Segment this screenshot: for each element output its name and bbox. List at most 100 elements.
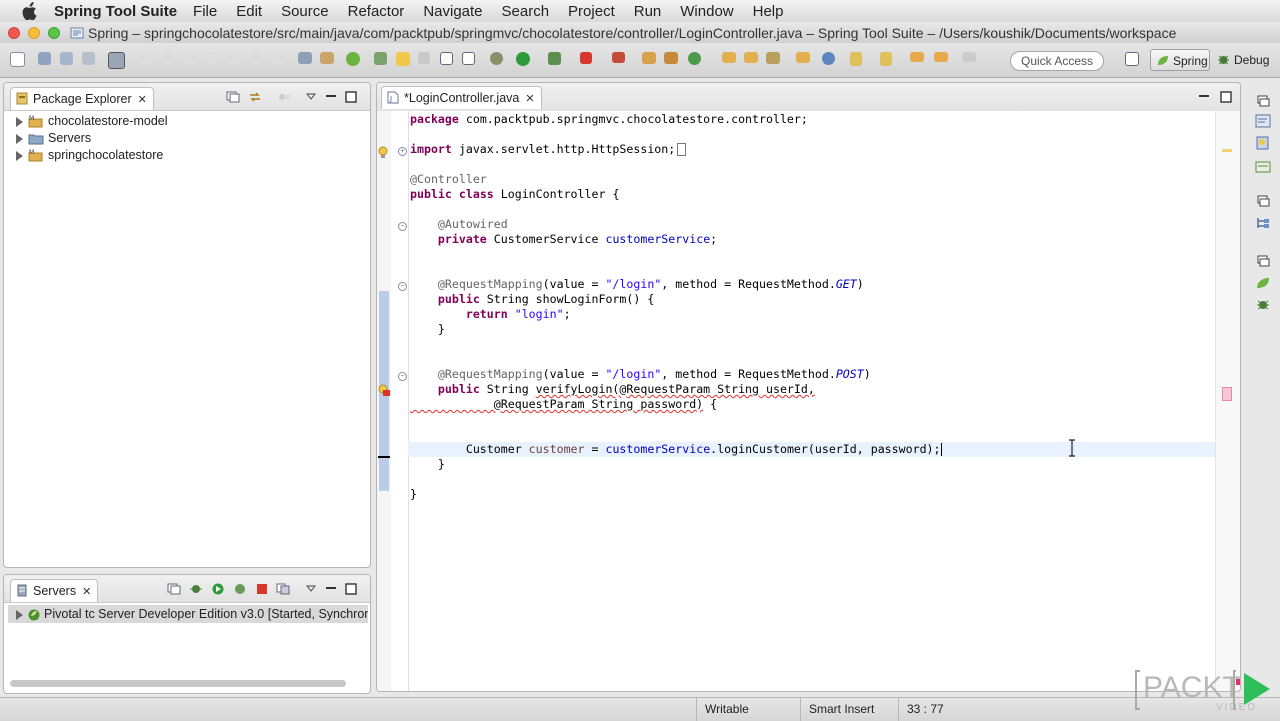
menu-navigate[interactable]: Navigate xyxy=(423,3,482,20)
spring-icon[interactable] xyxy=(346,52,362,68)
open-perspective-icon[interactable] xyxy=(1125,52,1141,68)
publish-icon[interactable] xyxy=(276,583,290,595)
open-file-icon[interactable] xyxy=(744,52,760,68)
external-tools-icon[interactable] xyxy=(612,52,628,68)
view-menu-chevron-down-icon[interactable] xyxy=(304,583,318,595)
new-java-project-icon[interactable] xyxy=(642,52,658,68)
window-zoom-button[interactable] xyxy=(48,26,60,39)
quick-access-input[interactable]: Quick Access xyxy=(1010,51,1104,71)
perspective-debug-button[interactable]: Debug xyxy=(1212,49,1278,71)
back-icon[interactable] xyxy=(910,52,926,68)
tree-item-springchocolatestore[interactable]: Mspringchocolatestore xyxy=(16,147,163,163)
step-return-icon[interactable] xyxy=(272,52,288,68)
window-minimize-button[interactable] xyxy=(28,26,40,39)
expand-arrow-icon[interactable] xyxy=(16,150,23,161)
block-selection-icon[interactable] xyxy=(440,52,456,68)
debug-server-icon[interactable] xyxy=(189,583,203,595)
expand-arrow-icon[interactable] xyxy=(16,609,23,620)
collapse-all-icon[interactable] xyxy=(226,91,240,103)
stop-server-icon[interactable] xyxy=(255,583,269,595)
next-annotation-icon[interactable] xyxy=(850,52,866,68)
toggle-mark-occurrences-icon[interactable] xyxy=(108,52,125,69)
back-history-icon[interactable] xyxy=(934,52,950,68)
menu-refactor[interactable]: Refactor xyxy=(348,3,405,20)
app-menu[interactable]: Spring Tool Suite xyxy=(54,3,177,20)
open-folder-icon[interactable] xyxy=(722,52,738,68)
overview-warning-marker[interactable] xyxy=(1222,149,1232,152)
minimize-editor-icon[interactable] xyxy=(1197,91,1211,103)
start-server-icon[interactable] xyxy=(211,583,225,595)
error-lightbulb-icon[interactable] xyxy=(377,383,391,397)
inspector-icon[interactable] xyxy=(1255,136,1271,150)
warning-lightbulb-icon[interactable] xyxy=(377,145,391,159)
restore-icon[interactable] xyxy=(1255,254,1271,268)
maximize-view-icon[interactable] xyxy=(344,583,358,595)
collapse-all-icon[interactable] xyxy=(167,583,181,595)
pen-icon[interactable] xyxy=(766,52,782,68)
tree-item-chocolatestore-model[interactable]: Mchocolatestore-model xyxy=(16,113,168,129)
new-class-icon[interactable] xyxy=(688,52,704,68)
menu-search[interactable]: Search xyxy=(502,3,550,20)
spring-explorer-icon[interactable] xyxy=(1255,276,1271,290)
menu-project[interactable]: Project xyxy=(568,3,615,20)
window-close-button[interactable] xyxy=(8,26,20,39)
fold-expand-icon[interactable]: + xyxy=(398,147,407,156)
folded-imports-box[interactable] xyxy=(677,143,687,156)
perspective-spring-button[interactable]: Spring xyxy=(1150,49,1210,71)
new-icon[interactable] xyxy=(10,52,26,68)
maximize-editor-icon[interactable] xyxy=(1219,91,1233,103)
save-all-icon[interactable] xyxy=(60,52,76,68)
overview-error-marker[interactable] xyxy=(1222,387,1232,401)
folder-icon[interactable] xyxy=(796,52,812,68)
expand-arrow-icon[interactable] xyxy=(16,116,23,127)
step-over-icon[interactable] xyxy=(250,52,266,68)
stop-server-icon[interactable] xyxy=(580,52,596,68)
forward-icon[interactable] xyxy=(962,52,978,68)
fold-collapse-icon[interactable]: − xyxy=(398,282,407,291)
minimize-view-icon[interactable] xyxy=(324,91,338,103)
tree-item-servers[interactable]: Servers xyxy=(16,130,91,146)
step-into-icon[interactable] xyxy=(228,52,244,68)
focus-active-task-icon[interactable] xyxy=(278,91,292,103)
apple-logo-icon[interactable] xyxy=(18,2,40,20)
previous-annotation-icon[interactable] xyxy=(880,52,896,68)
new-package-icon[interactable] xyxy=(664,52,680,68)
fold-collapse-icon[interactable]: − xyxy=(398,372,407,381)
view-menu-chevron-down-icon[interactable] xyxy=(304,91,318,103)
close-tab-icon[interactable]: ✕ xyxy=(525,88,534,110)
task-list-icon[interactable] xyxy=(1255,160,1271,174)
code-area[interactable]: + − − − package com.packtpub.springmvc.c… xyxy=(377,111,1216,691)
open-type-icon[interactable] xyxy=(374,52,390,68)
show-whitespace-icon[interactable] xyxy=(462,52,478,68)
close-tab-icon[interactable]: ✕ xyxy=(138,89,147,111)
terminate-icon[interactable] xyxy=(184,52,200,68)
restore-icon[interactable] xyxy=(1255,94,1271,108)
print-icon[interactable] xyxy=(82,52,98,68)
menu-source[interactable]: Source xyxy=(281,3,329,20)
expand-arrow-icon[interactable] xyxy=(16,133,23,144)
outline-tree-icon[interactable] xyxy=(1255,216,1271,230)
tab-login-controller[interactable]: J *LoginController.java ✕ xyxy=(381,86,542,109)
tab-package-explorer[interactable]: Package Explorer ✕ xyxy=(10,87,154,110)
restore-icon[interactable] xyxy=(1255,194,1271,208)
menu-run[interactable]: Run xyxy=(634,3,662,20)
minimize-view-icon[interactable] xyxy=(324,583,338,595)
menu-file[interactable]: File xyxy=(193,3,217,20)
drop-to-frame-icon[interactable] xyxy=(320,52,336,68)
resume-icon[interactable] xyxy=(140,52,156,68)
suspend-icon[interactable] xyxy=(162,52,178,68)
menu-edit[interactable]: Edit xyxy=(236,3,262,20)
tab-servers[interactable]: Servers ✕ xyxy=(10,579,99,603)
menu-window[interactable]: Window xyxy=(680,3,733,20)
link-with-editor-icon[interactable] xyxy=(248,91,262,103)
fold-collapse-icon[interactable]: − xyxy=(398,222,407,231)
format-icon[interactable] xyxy=(418,52,434,68)
close-tab-icon[interactable]: ✕ xyxy=(82,581,91,603)
highlight-icon[interactable] xyxy=(396,52,412,68)
debug-bug-icon[interactable] xyxy=(1255,298,1271,312)
horizontal-scrollbar[interactable] xyxy=(10,680,346,687)
profile-server-icon[interactable] xyxy=(233,583,247,595)
globe-icon[interactable] xyxy=(822,52,838,68)
coverage-icon[interactable] xyxy=(548,52,564,68)
disconnect-icon[interactable] xyxy=(206,52,222,68)
